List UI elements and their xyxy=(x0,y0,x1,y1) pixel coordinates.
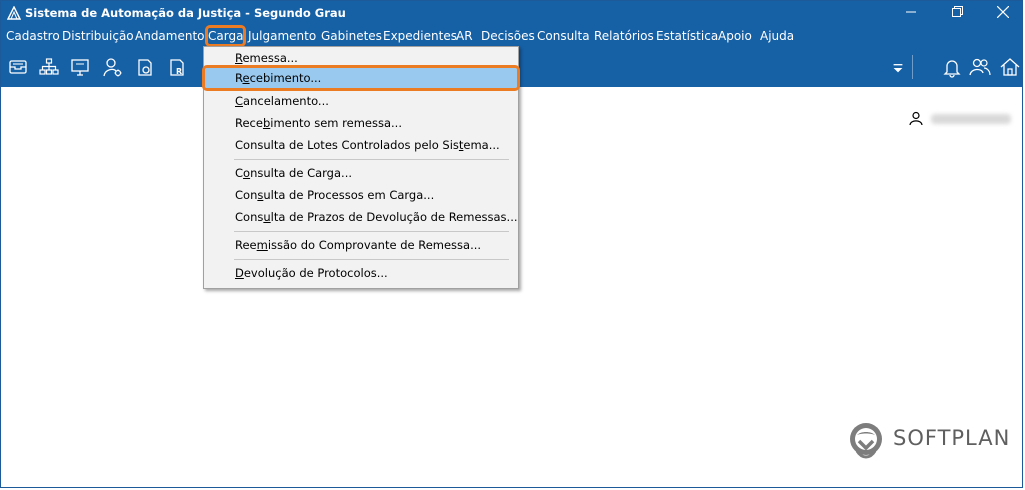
menu-ajuda[interactable]: Ajuda xyxy=(760,28,794,44)
users-icon[interactable] xyxy=(969,56,991,78)
user-icon xyxy=(909,111,923,128)
menu-item-label: Consulta de Lotes Controlados pelo Siste… xyxy=(235,138,500,152)
app-window: Sistema de Automação da Justiça - Segund… xyxy=(0,0,1023,488)
menu-item-consulta-carga[interactable]: Consulta de Carga... xyxy=(204,163,518,183)
menu-consulta[interactable]: Consulta xyxy=(537,28,590,44)
menu-item-label: Devolução de Protocolos... xyxy=(235,266,388,280)
menu-decisoes[interactable]: Decisões xyxy=(481,28,535,44)
restore-icon xyxy=(951,6,963,20)
menu-separator xyxy=(234,259,509,260)
menu-item-devolucao-protocolos[interactable]: Devolução de Protocolos... xyxy=(204,263,518,283)
monitor-icon[interactable] xyxy=(69,56,91,78)
menu-cadastro[interactable]: Cadastro xyxy=(6,28,60,44)
carga-dropdown-menu: Remessa... Recebimento... Cancelamento..… xyxy=(202,46,520,289)
menu-item-consulta-lotes[interactable]: Consulta de Lotes Controlados pelo Siste… xyxy=(204,135,518,155)
menu-carga[interactable]: Carga xyxy=(204,25,247,47)
menu-ar[interactable]: AR xyxy=(456,28,473,44)
softplan-logo-icon xyxy=(847,421,885,462)
close-icon xyxy=(996,5,1010,21)
document-r-icon[interactable]: R xyxy=(166,56,188,78)
title-bar: Sistema de Automação da Justiça - Segund… xyxy=(1,1,1022,25)
menu-item-cancelamento[interactable]: Cancelamento... xyxy=(204,91,518,111)
document-o-icon[interactable] xyxy=(134,56,156,78)
menu-separator xyxy=(234,159,509,160)
menu-item-label: Cancelamento... xyxy=(235,94,329,108)
menu-gabinetes[interactable]: Gabinetes xyxy=(321,28,382,44)
menu-bar: Cadastro Distribuição Andamento Carga Ju… xyxy=(1,25,1022,47)
minimize-icon xyxy=(906,6,916,20)
close-button[interactable] xyxy=(980,1,1022,25)
menu-item-label: Consulta de Prazos de Devolução de Remes… xyxy=(235,210,518,224)
menu-distribuicao[interactable]: Distribuição xyxy=(62,28,134,44)
menu-expedientes[interactable]: Expedientes xyxy=(383,28,457,44)
menu-item-recebimento-sem-remessa[interactable]: Recebimento sem remessa... xyxy=(204,113,518,133)
menu-item-label: Consulta de Carga... xyxy=(235,166,353,180)
dropdown-arrow-icon[interactable] xyxy=(887,57,903,77)
menu-item-label: Recebimento... xyxy=(235,71,322,85)
menu-item-label: Consulta de Processos em Carga... xyxy=(235,188,435,202)
menu-separator xyxy=(234,231,509,232)
window-title: Sistema de Automação da Justiça - Segund… xyxy=(25,6,346,20)
app-logo-icon xyxy=(6,5,22,20)
menu-apoio[interactable]: Apoio xyxy=(718,28,752,44)
menu-item-label: Remessa... xyxy=(235,51,298,65)
toolbar-separator xyxy=(912,55,913,79)
inbox-icon[interactable] xyxy=(7,56,29,78)
brand-name: SOFTPLAN xyxy=(893,426,1011,450)
menu-item-recebimento[interactable]: Recebimento... xyxy=(202,65,520,91)
menu-relatorios[interactable]: Relatórios xyxy=(594,28,654,44)
menu-item-reemissao[interactable]: Reemissão do Comprovante de Remessa... xyxy=(204,235,518,255)
user-settings-icon[interactable] xyxy=(102,56,124,78)
user-name-redacted xyxy=(931,114,1011,124)
restore-button[interactable] xyxy=(934,1,980,25)
menu-item-label: Recebimento sem remessa... xyxy=(235,116,402,130)
menu-andamento[interactable]: Andamento xyxy=(135,28,205,44)
minimize-button[interactable] xyxy=(888,1,934,25)
menu-estatistica[interactable]: Estatística xyxy=(656,28,718,44)
menu-item-consulta-processos[interactable]: Consulta de Processos em Carga... xyxy=(204,185,518,205)
home-icon[interactable] xyxy=(999,56,1021,78)
menu-item-label: Reemissão do Comprovante de Remessa... xyxy=(235,238,482,252)
menu-item-consulta-prazos[interactable]: Consulta de Prazos de Devolução de Remes… xyxy=(204,207,518,227)
svg-text:R: R xyxy=(176,67,182,76)
hierarchy-icon[interactable] xyxy=(38,56,60,78)
bell-icon[interactable] xyxy=(941,56,963,78)
menu-julgamento[interactable]: Julgamento xyxy=(248,28,316,44)
menu-item-remessa[interactable]: Remessa... xyxy=(204,48,518,68)
